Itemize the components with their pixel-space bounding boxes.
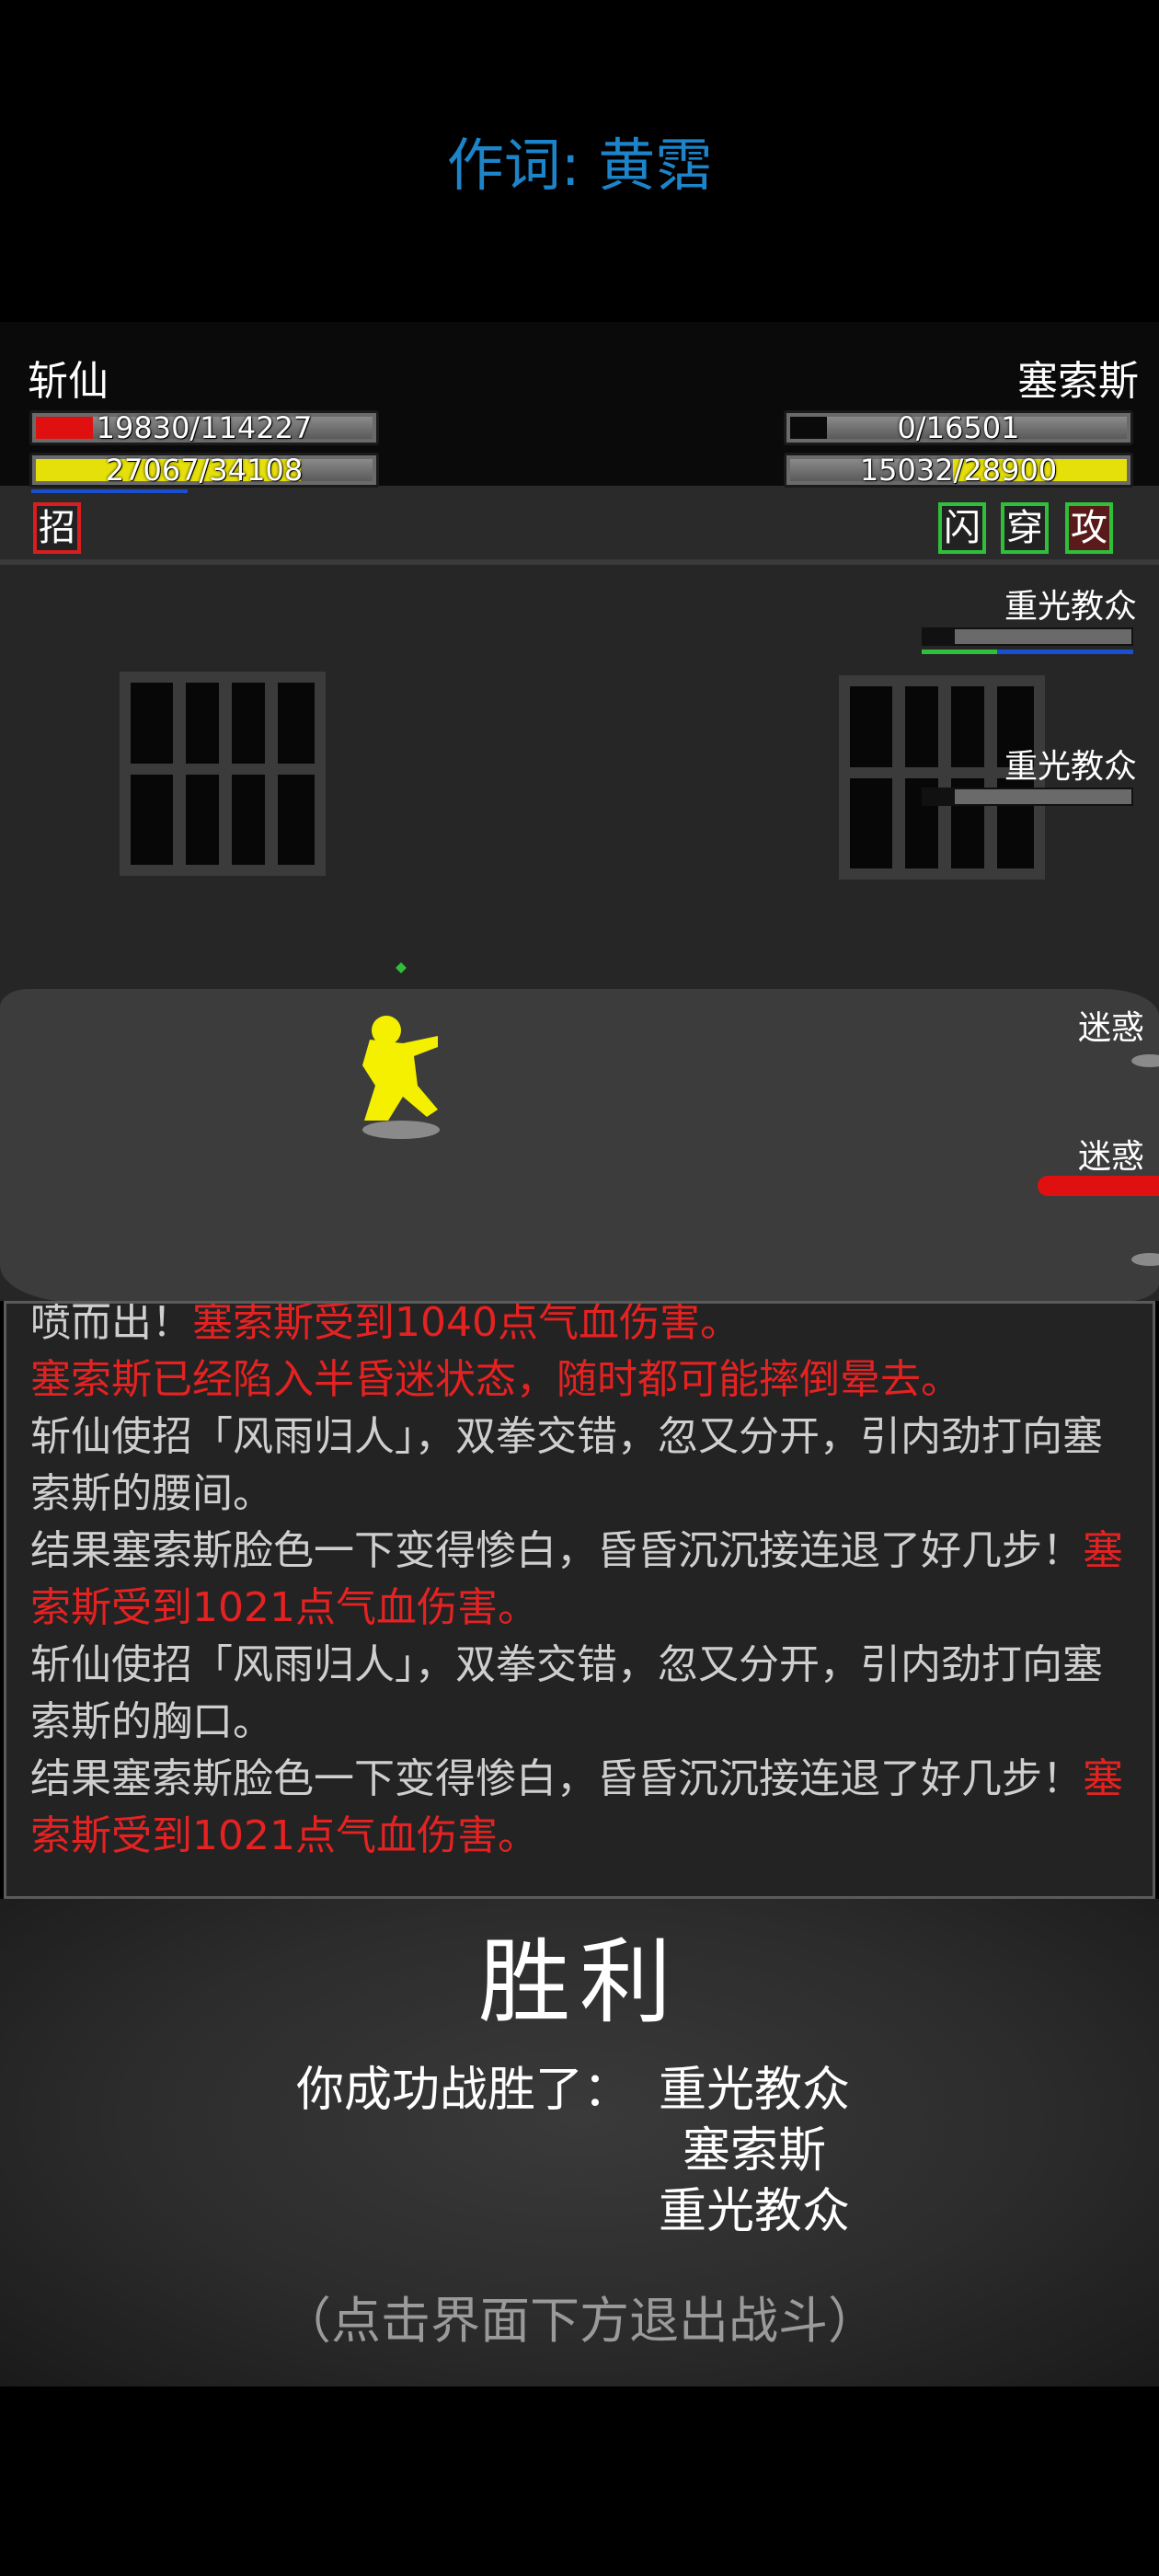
log-damage-text: 塞索斯已经陷入半昏迷状态，随时都可能摔倒晕去。: [30, 1356, 961, 1403]
log-line: 斩仙使招「风雨归人」，双拳交错，忽又分开，引内劲打向塞索斯的腰间。: [30, 1409, 1134, 1523]
skill-button-gong[interactable]: 攻: [1065, 502, 1113, 554]
red-slash-effect: [1038, 1176, 1159, 1196]
battle-screen: 作词: 黄霑 斩仙 19830/114227 27067/34108 招 塞索斯…: [0, 0, 1159, 2576]
log-line: 结果塞索斯脸色一下变得惨白，昏昏沉沉接连退了好几步！塞索斯受到1021点气血伤害…: [30, 1751, 1134, 1865]
player-energy-line: [31, 489, 188, 493]
opponent-mp-text: 15032/28900: [859, 453, 1058, 488]
log-text: 斩仙使招「风雨归人」，双拳交错，忽又分开，引内劲打向塞索斯的腰间。: [30, 1413, 1103, 1517]
skill-button-zhao[interactable]: 招: [33, 502, 81, 554]
defeated-prefix: 你成功战胜了：: [296, 2063, 632, 2118]
log-text: 结果塞索斯脸色一下变得惨白，昏昏沉沉接连退了好几步！: [30, 1755, 1083, 1802]
skill-button-chuan[interactable]: 穿: [1001, 502, 1049, 554]
defeated-enemy-2: 塞索斯: [683, 2123, 827, 2179]
enemy-2-name: 重光教众: [1004, 748, 1137, 786]
status-effect-1: 迷惑: [1077, 1009, 1144, 1047]
lyrics-caption: 作词: 黄霑: [446, 132, 713, 199]
opponent-name: 塞索斯: [1017, 358, 1139, 405]
opponent-hp-bar: 0/16501: [784, 410, 1133, 445]
log-line: 喷而出！塞索斯受到1040点气血伤害。: [30, 1301, 1134, 1351]
exit-battle-hint[interactable]: （点击界面下方退出战斗）: [0, 2289, 1159, 2353]
enemy-1-name: 重光教众: [1004, 588, 1137, 626]
player-mp-text: 27067/34108: [105, 453, 304, 488]
opponent-hp-text: 0/16501: [897, 410, 1020, 445]
player-mp-bar: 27067/34108: [29, 453, 379, 488]
log-text: 斩仙使招「风雨归人」，双拳交错，忽又分开，引内劲打向塞索斯的胸口。: [30, 1641, 1103, 1745]
barred-window-left: [120, 672, 326, 876]
status-effect-2: 迷惑: [1077, 1138, 1144, 1176]
log-line: 斩仙使招「风雨归人」，双拳交错，忽又分开，引内劲打向塞索斯的胸口。: [30, 1637, 1134, 1751]
log-text: 结果塞索斯脸色一下变得惨白，昏昏沉沉接连退了好几步！: [30, 1527, 1083, 1574]
combat-log-text: 喷而出！塞索斯受到1040点气血伤害。 塞索斯已经陷入半昏迷状态，随时都可能摔倒晕…: [30, 1301, 1134, 1865]
combat-log[interactable]: 喷而出！塞索斯受到1040点气血伤害。 塞索斯已经陷入半昏迷状态，随时都可能摔倒晕…: [4, 1301, 1155, 1899]
enemy-1-green-line: [922, 650, 997, 654]
enemy-1-hp-bar: [922, 627, 1133, 646]
defeated-enemy-1: 重光教众: [659, 2063, 851, 2118]
player-hp-text: 19830/114227: [96, 410, 313, 445]
enemy-2-hp-bar: [922, 788, 1133, 806]
defeated-enemy-3: 重光教众: [659, 2184, 851, 2239]
log-damage-text: 塞索斯受到1040点气血伤害。: [192, 1301, 740, 1346]
player-name: 斩仙: [28, 358, 109, 405]
log-text: 喷而出！: [30, 1301, 192, 1346]
victory-title: 胜利: [478, 1928, 681, 2036]
player-character: [362, 962, 440, 1139]
skill-button-shan[interactable]: 闪: [938, 502, 986, 554]
enemy-1-blue-line: [997, 650, 1133, 654]
log-line: 结果塞索斯脸色一下变得惨白，昏昏沉沉接连退了好几步！塞索斯受到1021点气血伤害…: [30, 1523, 1134, 1637]
opponent-mp-bar: 15032/28900: [784, 453, 1133, 488]
battle-floor: [0, 989, 1159, 1302]
log-line: 塞索斯已经陷入半昏迷状态，随时都可能摔倒晕去。: [30, 1351, 1134, 1409]
player-hp-bar: 19830/114227: [29, 410, 379, 445]
